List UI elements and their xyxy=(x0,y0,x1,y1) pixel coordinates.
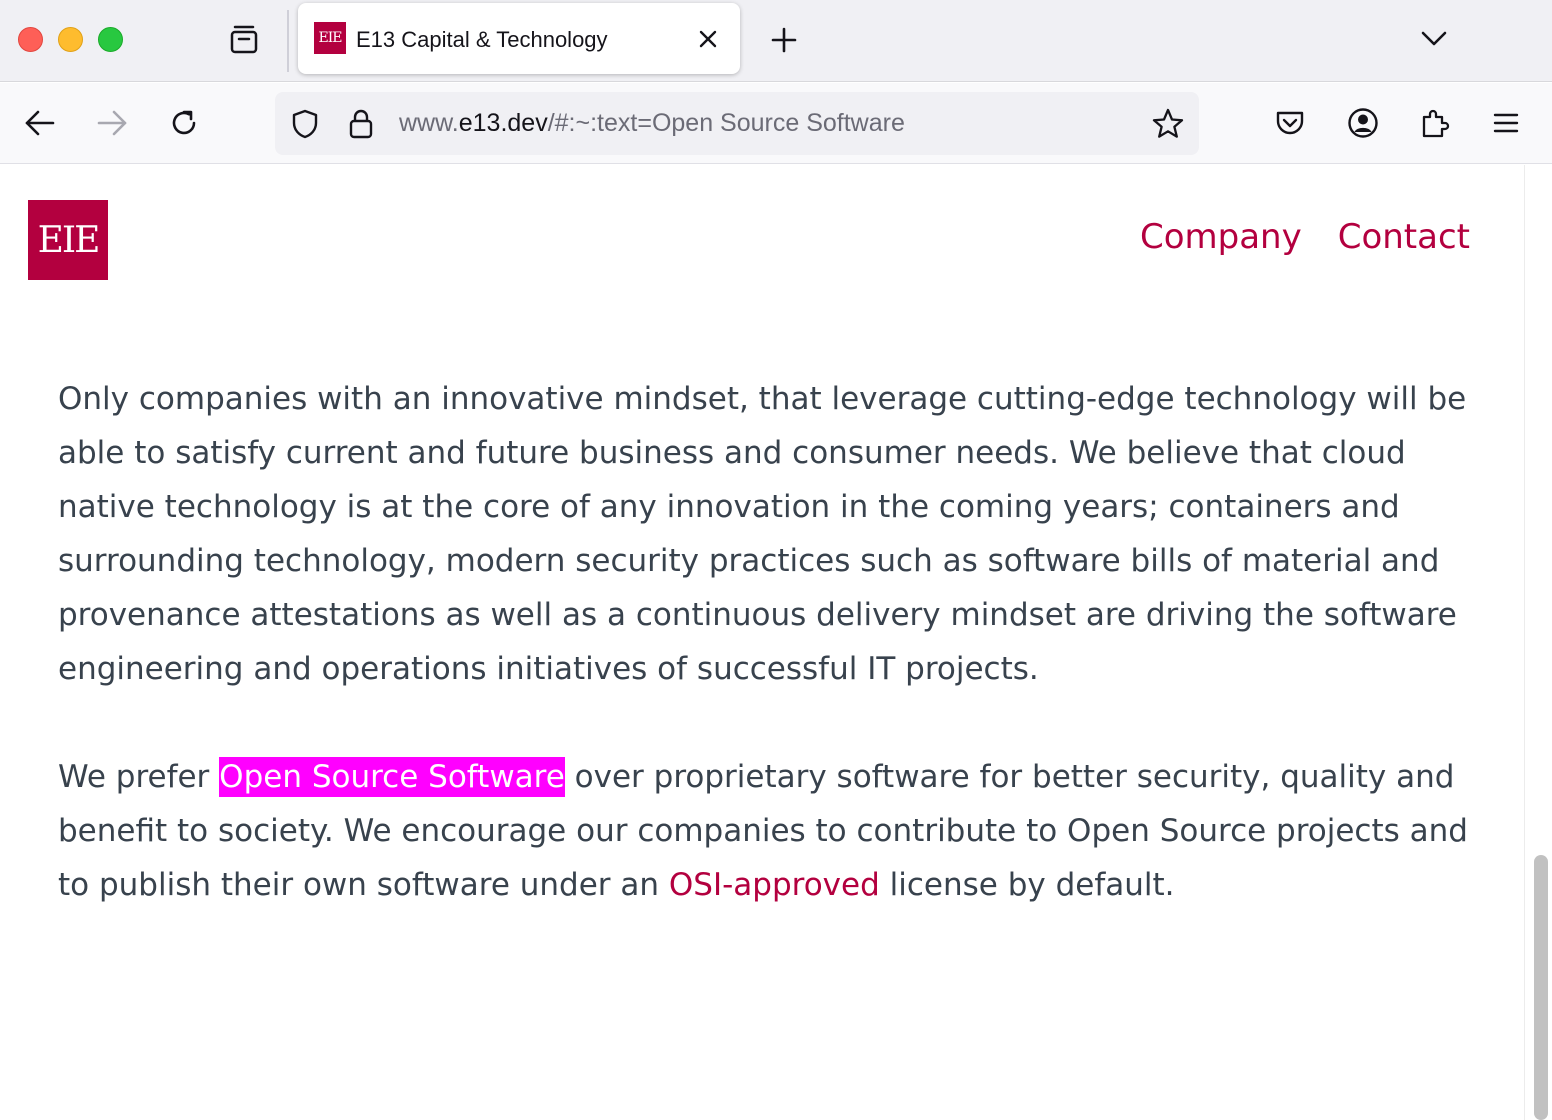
open-source-paragraph: We prefer Open Source Software over prop… xyxy=(58,750,1478,912)
list-all-tabs-button[interactable] xyxy=(1414,18,1454,58)
maximize-window-button[interactable] xyxy=(98,27,123,52)
paragraph-text-end: license by default. xyxy=(879,867,1175,903)
arrow-left-icon xyxy=(25,110,55,136)
lock-icon xyxy=(349,109,373,139)
nav-link-contact[interactable]: Contact xyxy=(1338,217,1470,257)
url-prefix: www. xyxy=(399,109,459,137)
url-text[interactable]: www.e13.dev/#:~:text=Open Source Softwar… xyxy=(399,109,905,138)
plus-icon xyxy=(771,27,797,53)
nav-link-company[interactable]: Company xyxy=(1140,217,1302,257)
back-button[interactable] xyxy=(20,103,60,143)
pocket-button[interactable] xyxy=(1270,103,1310,143)
shield-icon xyxy=(292,109,318,139)
close-icon xyxy=(699,30,717,48)
site-favicon-icon: EIE xyxy=(314,22,346,54)
url-host: e13.dev xyxy=(458,109,548,137)
site-logo[interactable]: EIE xyxy=(28,200,108,280)
new-tab-button[interactable] xyxy=(764,20,804,60)
close-tab-button[interactable] xyxy=(694,25,722,53)
reload-icon xyxy=(172,110,196,135)
main-content: Only companies with an innovative mindse… xyxy=(58,372,1478,912)
page-viewport: EIE Company Contact Only companies with … xyxy=(0,165,1552,1120)
bookmark-button[interactable] xyxy=(1151,107,1185,141)
pocket-icon xyxy=(1276,111,1304,135)
url-path: /#:~:text=Open Source Software xyxy=(547,109,905,137)
hamburger-menu-icon xyxy=(1493,113,1519,133)
account-button[interactable] xyxy=(1343,103,1383,143)
scrollbar-thumb[interactable] xyxy=(1534,855,1548,1120)
vertical-scrollbar[interactable] xyxy=(1524,165,1552,1120)
tab-divider xyxy=(287,10,289,72)
close-window-button[interactable] xyxy=(18,27,43,52)
arrow-right-icon xyxy=(97,110,127,136)
star-icon xyxy=(1152,108,1184,138)
osi-approved-link[interactable]: OSI-approved xyxy=(669,867,880,903)
active-tab[interactable]: EIE E13 Capital & Technology xyxy=(298,3,740,74)
tracking-protection-button[interactable] xyxy=(289,108,321,140)
tab-strip: EIE E13 Capital & Technology xyxy=(0,0,1552,82)
chevron-down-icon xyxy=(1421,31,1447,46)
navigation-toolbar: www.e13.dev/#:~:text=Open Source Softwar… xyxy=(0,83,1552,164)
puzzle-icon xyxy=(1422,109,1450,138)
site-security-button[interactable] xyxy=(345,108,377,140)
reload-button[interactable] xyxy=(164,103,204,143)
app-menu-button[interactable] xyxy=(1486,103,1526,143)
tab-manager-icon xyxy=(230,25,258,54)
paragraph-text-start: We prefer xyxy=(58,759,220,795)
site-navigation: Company Contact xyxy=(1140,217,1470,257)
tab-manager-button[interactable] xyxy=(222,18,266,62)
account-icon xyxy=(1348,108,1378,138)
forward-button[interactable] xyxy=(92,103,132,143)
minimize-window-button[interactable] xyxy=(58,27,83,52)
extensions-button[interactable] xyxy=(1415,103,1455,143)
text-fragment-highlight: Open Source Software xyxy=(219,757,565,797)
intro-paragraph: Only companies with an innovative mindse… xyxy=(58,381,1467,687)
tab-title: E13 Capital & Technology xyxy=(356,27,608,52)
address-bar[interactable]: www.e13.dev/#:~:text=Open Source Softwar… xyxy=(275,92,1199,155)
